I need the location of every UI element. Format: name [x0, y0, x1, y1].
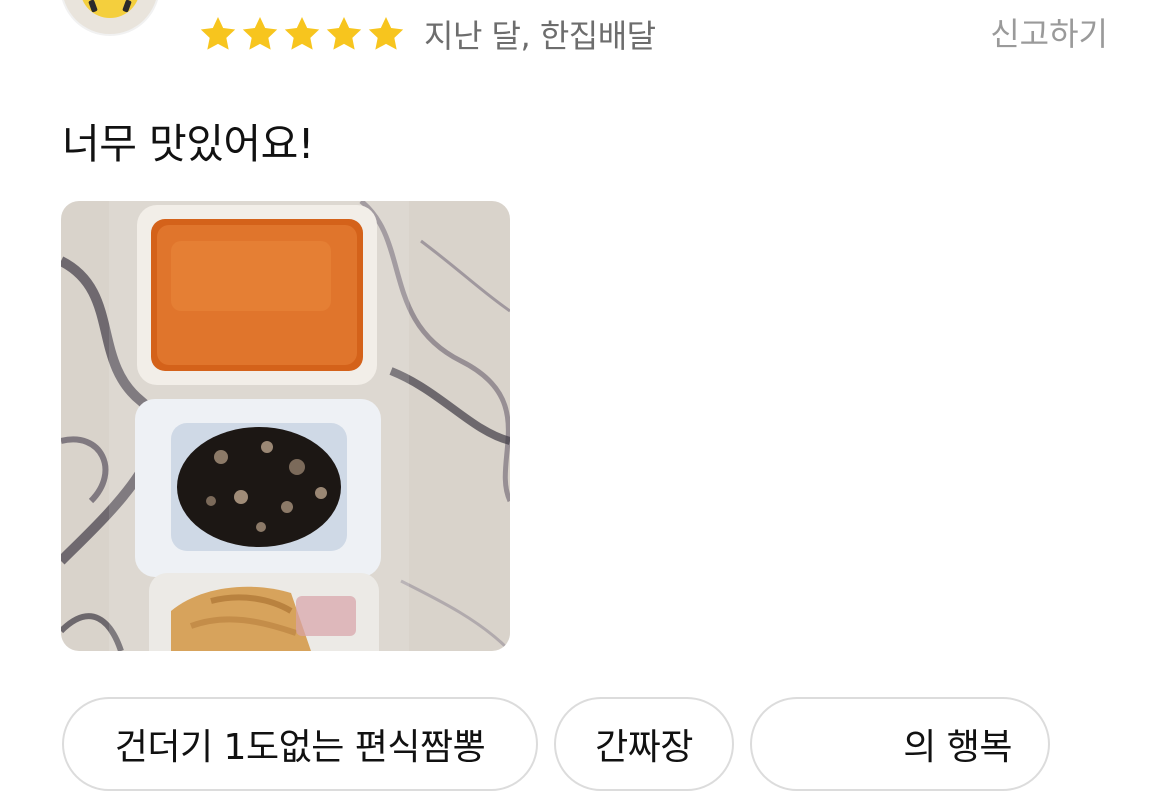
- star-icon: [242, 17, 278, 50]
- star-icon: [326, 17, 362, 50]
- review-meta-row: 지난 달, 한집배달: [198, 12, 656, 56]
- avatar[interactable]: [62, 0, 158, 34]
- review-tag-list: 건더기 1도없는 편식짬뽕 간짜장 의 행복: [62, 697, 1050, 791]
- redacted-text: [803, 724, 904, 764]
- review-text: 너무 맛있어요!: [62, 120, 314, 168]
- review-date-delivery: 지난 달, 한집배달: [424, 17, 656, 55]
- star-rating: [198, 14, 406, 54]
- report-button[interactable]: 신고하기: [990, 12, 1108, 56]
- tag-chip[interactable]: 의 행복: [750, 697, 1050, 791]
- star-icon: [284, 17, 320, 50]
- review-photo[interactable]: [61, 201, 510, 651]
- tag-chip-label: 의 행복: [903, 727, 1012, 768]
- tag-chip[interactable]: 건더기 1도없는 편식짬뽕: [62, 697, 538, 791]
- tag-chip[interactable]: 간짜장: [554, 697, 734, 791]
- star-icon: [368, 17, 404, 50]
- food-photo-icon: [61, 201, 510, 651]
- star-icon: [200, 17, 236, 50]
